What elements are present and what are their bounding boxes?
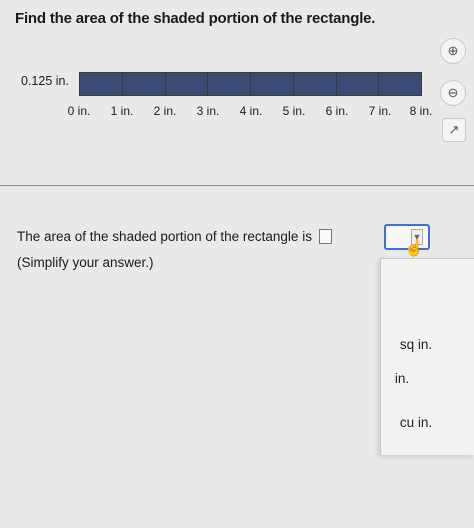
unit-option-in[interactable]: in. xyxy=(355,371,449,386)
answer-line: The area of the shaded portion of the re… xyxy=(17,229,332,244)
rectangle-segment xyxy=(208,73,251,95)
question-text: Find the area of the shaded portion of t… xyxy=(15,10,376,27)
rectangle-segment xyxy=(379,73,421,95)
tick-label: 5 in. xyxy=(282,104,306,118)
tick-label: 1 in. xyxy=(110,104,134,118)
tick-label: 0 in. xyxy=(67,104,91,118)
zoom-in-icon[interactable]: ⊕ xyxy=(440,38,466,64)
rectangle-segment xyxy=(336,73,380,95)
tick-label: 7 in. xyxy=(368,104,392,118)
ruler-ticks: 0 in. 1 in. 2 in. 3 in. 4 in. 5 in. 6 in… xyxy=(0,104,474,122)
rectangle-segment xyxy=(251,73,294,95)
rectangle-segment xyxy=(122,73,166,95)
answer-prompt: The area of the shaded portion of the re… xyxy=(17,229,312,244)
simplify-note: (Simplify your answer.) xyxy=(17,255,154,270)
tick-label: 3 in. xyxy=(196,104,220,118)
tick-label: 2 in. xyxy=(153,104,177,118)
tick-label: 6 in. xyxy=(325,104,349,118)
shaded-rectangle xyxy=(79,72,422,96)
unit-option-sq-in[interactable]: sq in. xyxy=(369,337,463,352)
answer-input[interactable] xyxy=(318,229,332,244)
rectangle-height-label: 0.125 in. xyxy=(21,74,69,88)
zoom-out-icon[interactable]: ⊖ xyxy=(440,80,466,106)
rectangle-segment xyxy=(80,73,123,95)
section-divider xyxy=(0,185,474,186)
unit-option-cu-in[interactable]: cu in. xyxy=(369,415,463,430)
unit-dropdown-menu: sq in. in. cu in. xyxy=(380,258,474,455)
rectangle-segment xyxy=(165,73,209,95)
tick-label: 8 in. xyxy=(409,104,433,118)
rectangle-segment xyxy=(293,73,337,95)
cursor-icon: ☝ xyxy=(404,240,424,257)
tick-label: 4 in. xyxy=(239,104,263,118)
